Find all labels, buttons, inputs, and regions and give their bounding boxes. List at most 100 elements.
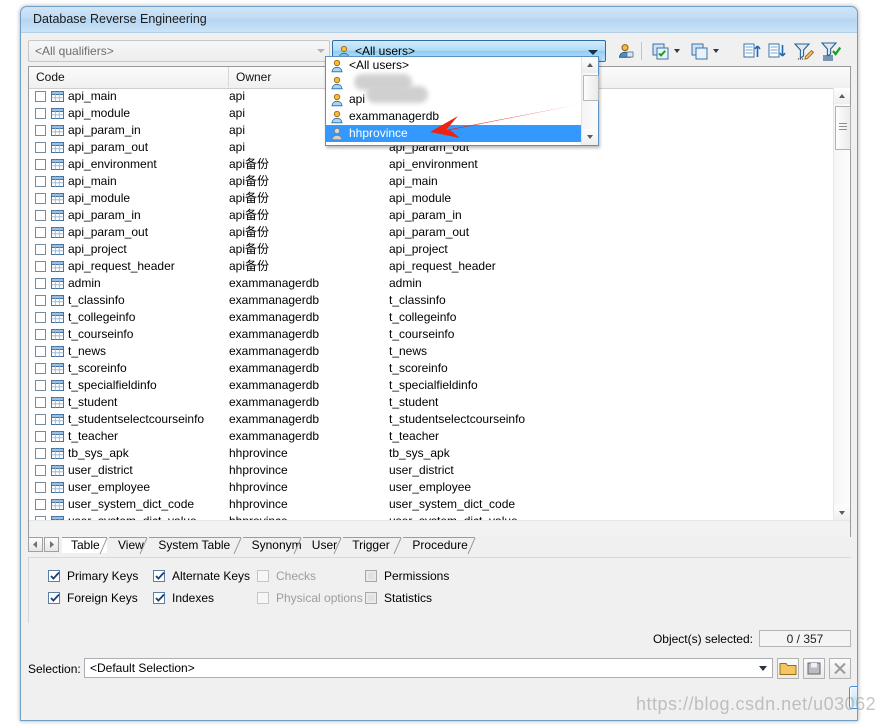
row-checkbox[interactable] (35, 397, 46, 408)
table-row[interactable]: api_param_in api备份 api_param_in (29, 207, 834, 224)
grid-vertical-scrollbar[interactable] (833, 88, 851, 521)
table-row[interactable]: t_courseinfo exammanagerdb t_courseinfo (29, 326, 834, 343)
chevron-down-icon[interactable] (674, 49, 680, 53)
row-checkbox[interactable] (35, 346, 46, 357)
tab-scroll-left-button[interactable] (28, 537, 43, 552)
table-row[interactable]: user_employee hhprovince user_employee (29, 479, 834, 496)
option-statistics[interactable]: Statistics (365, 590, 432, 606)
selection-combo[interactable]: <Default Selection> (84, 658, 773, 678)
table-row[interactable]: t_news exammanagerdb t_news (29, 343, 834, 360)
row-checkbox[interactable] (35, 125, 46, 136)
row-checkbox[interactable] (35, 431, 46, 442)
row-checkbox[interactable] (35, 142, 46, 153)
scroll-down-button[interactable] (582, 129, 598, 145)
table-row[interactable]: t_studentselectcourseinfo exammanagerdb t_… (29, 411, 834, 428)
column-header-code[interactable]: Code (29, 67, 229, 87)
row-checkbox[interactable] (35, 176, 46, 187)
table-row[interactable]: api_request_header api备份 api_request_heade… (29, 258, 834, 275)
table-row[interactable]: t_specialfieldinfo exammanagerdb t_special… (29, 377, 834, 394)
checkbox[interactable] (153, 592, 165, 604)
row-checkbox[interactable] (35, 499, 46, 510)
deselect-all-icon[interactable] (688, 40, 712, 62)
tab-table[interactable]: Table (62, 537, 108, 554)
grid-horizontal-scrollbar[interactable] (29, 520, 850, 537)
cell-owner: exammanagerdb (229, 412, 320, 426)
table-row[interactable]: t_student exammanagerdb t_student (29, 394, 834, 411)
tab-user[interactable]: User (302, 537, 342, 554)
select-all-icon[interactable] (649, 40, 673, 62)
table-row[interactable]: user_system_dict_code hhprovince user_syst… (29, 496, 834, 513)
table-row[interactable]: user_district hhprovince user_district (29, 462, 834, 479)
dropdown-scrollbar[interactable] (581, 57, 599, 145)
table-row[interactable]: tb_sys_apk hhprovince tb_sys_apk (29, 445, 834, 462)
row-checkbox[interactable] (35, 363, 46, 374)
scroll-down-button[interactable] (834, 505, 850, 521)
table-row[interactable]: api_param_out api备份 api_param_out (29, 224, 834, 241)
row-checkbox[interactable] (35, 227, 46, 238)
scroll-up-button[interactable] (582, 57, 598, 73)
scroll-up-button[interactable] (834, 88, 850, 104)
table-icon (51, 193, 64, 204)
option-foreign-keys[interactable]: Foreign Keys (48, 590, 138, 606)
tab-view[interactable]: View (109, 537, 148, 554)
row-checkbox[interactable] (35, 312, 46, 323)
row-checkbox[interactable] (35, 210, 46, 221)
option-permissions[interactable]: Permissions (365, 568, 449, 584)
scrollbar-thumb[interactable] (583, 75, 599, 101)
option-alternate-keys[interactable]: Alternate Keys (153, 568, 250, 584)
tab-system-table[interactable]: System Table (149, 537, 242, 554)
dropdown-item[interactable]: imooc-video-dev (326, 142, 582, 145)
tab-synonym[interactable]: Synonym (242, 537, 302, 554)
row-checkbox[interactable] (35, 380, 46, 391)
table-row[interactable]: t_scoreinfo exammanagerdb t_scoreinfo (29, 360, 834, 377)
checkbox[interactable] (365, 570, 377, 582)
row-checkbox[interactable] (35, 414, 46, 425)
scrollbar-thumb[interactable] (835, 106, 851, 150)
option-indexes[interactable]: Indexes (153, 590, 214, 606)
row-checkbox[interactable] (35, 159, 46, 170)
save-icon[interactable] (803, 658, 825, 679)
row-checkbox[interactable] (35, 465, 46, 476)
table-row[interactable]: api_main api备份 api_main (29, 173, 834, 190)
tab-procedure[interactable]: Procedure (403, 537, 476, 554)
option-primary-keys[interactable]: Primary Keys (48, 568, 138, 584)
table-row[interactable]: api_environment api备份 api_environment (29, 156, 834, 173)
row-checkbox[interactable] (35, 329, 46, 340)
row-checkbox[interactable] (35, 278, 46, 289)
dropdown-item-selected[interactable]: hhprovince (326, 125, 582, 142)
edit-filter-icon[interactable] (792, 40, 816, 62)
user-icon (331, 76, 343, 90)
checkbox[interactable] (48, 570, 60, 582)
table-row[interactable]: t_classinfo exammanagerdb t_classinfo (29, 292, 834, 309)
row-checkbox[interactable] (35, 482, 46, 493)
row-checkbox[interactable] (35, 91, 46, 102)
sort-descending-icon[interactable] (765, 40, 789, 62)
dropdown-item[interactable]: api (326, 91, 582, 108)
table-row[interactable]: t_teacher exammanagerdb t_teacher (29, 428, 834, 445)
table-row[interactable]: api_project api备份 api_project (29, 241, 834, 258)
user-dropdown-list[interactable]: <All users> api exammanagerdb hhprovince (325, 56, 599, 146)
row-checkbox[interactable] (35, 244, 46, 255)
tab-trigger[interactable]: Trigger (343, 537, 402, 554)
table-row[interactable]: t_collegeinfo exammanagerdb t_collegeinfo (29, 309, 834, 326)
row-checkbox[interactable] (35, 448, 46, 459)
checkbox[interactable] (153, 570, 165, 582)
qualifier-combo[interactable]: <All qualifiers> (28, 40, 330, 62)
checkbox[interactable] (48, 592, 60, 604)
checkbox[interactable] (365, 592, 377, 604)
chevron-down-icon[interactable] (713, 49, 719, 53)
row-checkbox[interactable] (35, 261, 46, 272)
open-folder-icon[interactable] (777, 658, 799, 679)
table-row[interactable]: admin exammanagerdb admin (29, 275, 834, 292)
row-checkbox[interactable] (35, 108, 46, 119)
row-checkbox[interactable] (35, 295, 46, 306)
table-row[interactable]: api_module api备份 api_module (29, 190, 834, 207)
delete-icon[interactable] (829, 658, 851, 679)
apply-filter-icon[interactable] (819, 40, 843, 62)
row-checkbox[interactable] (35, 193, 46, 204)
user-filter-icon[interactable] (614, 40, 638, 62)
tab-scroll-right-button[interactable] (44, 537, 59, 552)
dropdown-item[interactable]: exammanagerdb (326, 108, 582, 125)
sort-ascending-icon[interactable] (740, 40, 764, 62)
dropdown-item[interactable]: <All users> (326, 57, 582, 74)
